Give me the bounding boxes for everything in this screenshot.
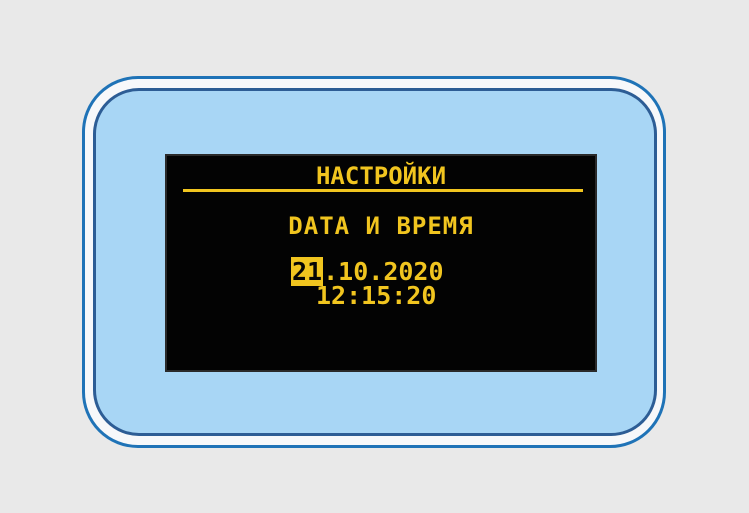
device-photo-canvas: НАСТРОЙКИ DATA И ВРЕМЯ 21.10.2020 12:15:… [0, 0, 749, 513]
settings-menu-title: НАСТРОЙКИ [315, 162, 447, 190]
time-value: 12:15:20 [316, 281, 437, 310]
lcd-screen: НАСТРОЙКИ DATA И ВРЕМЯ 21.10.2020 12:15:… [165, 154, 597, 372]
title-underline [183, 189, 583, 192]
date-time-setting-label: DATA И ВРЕМЯ [288, 212, 474, 240]
